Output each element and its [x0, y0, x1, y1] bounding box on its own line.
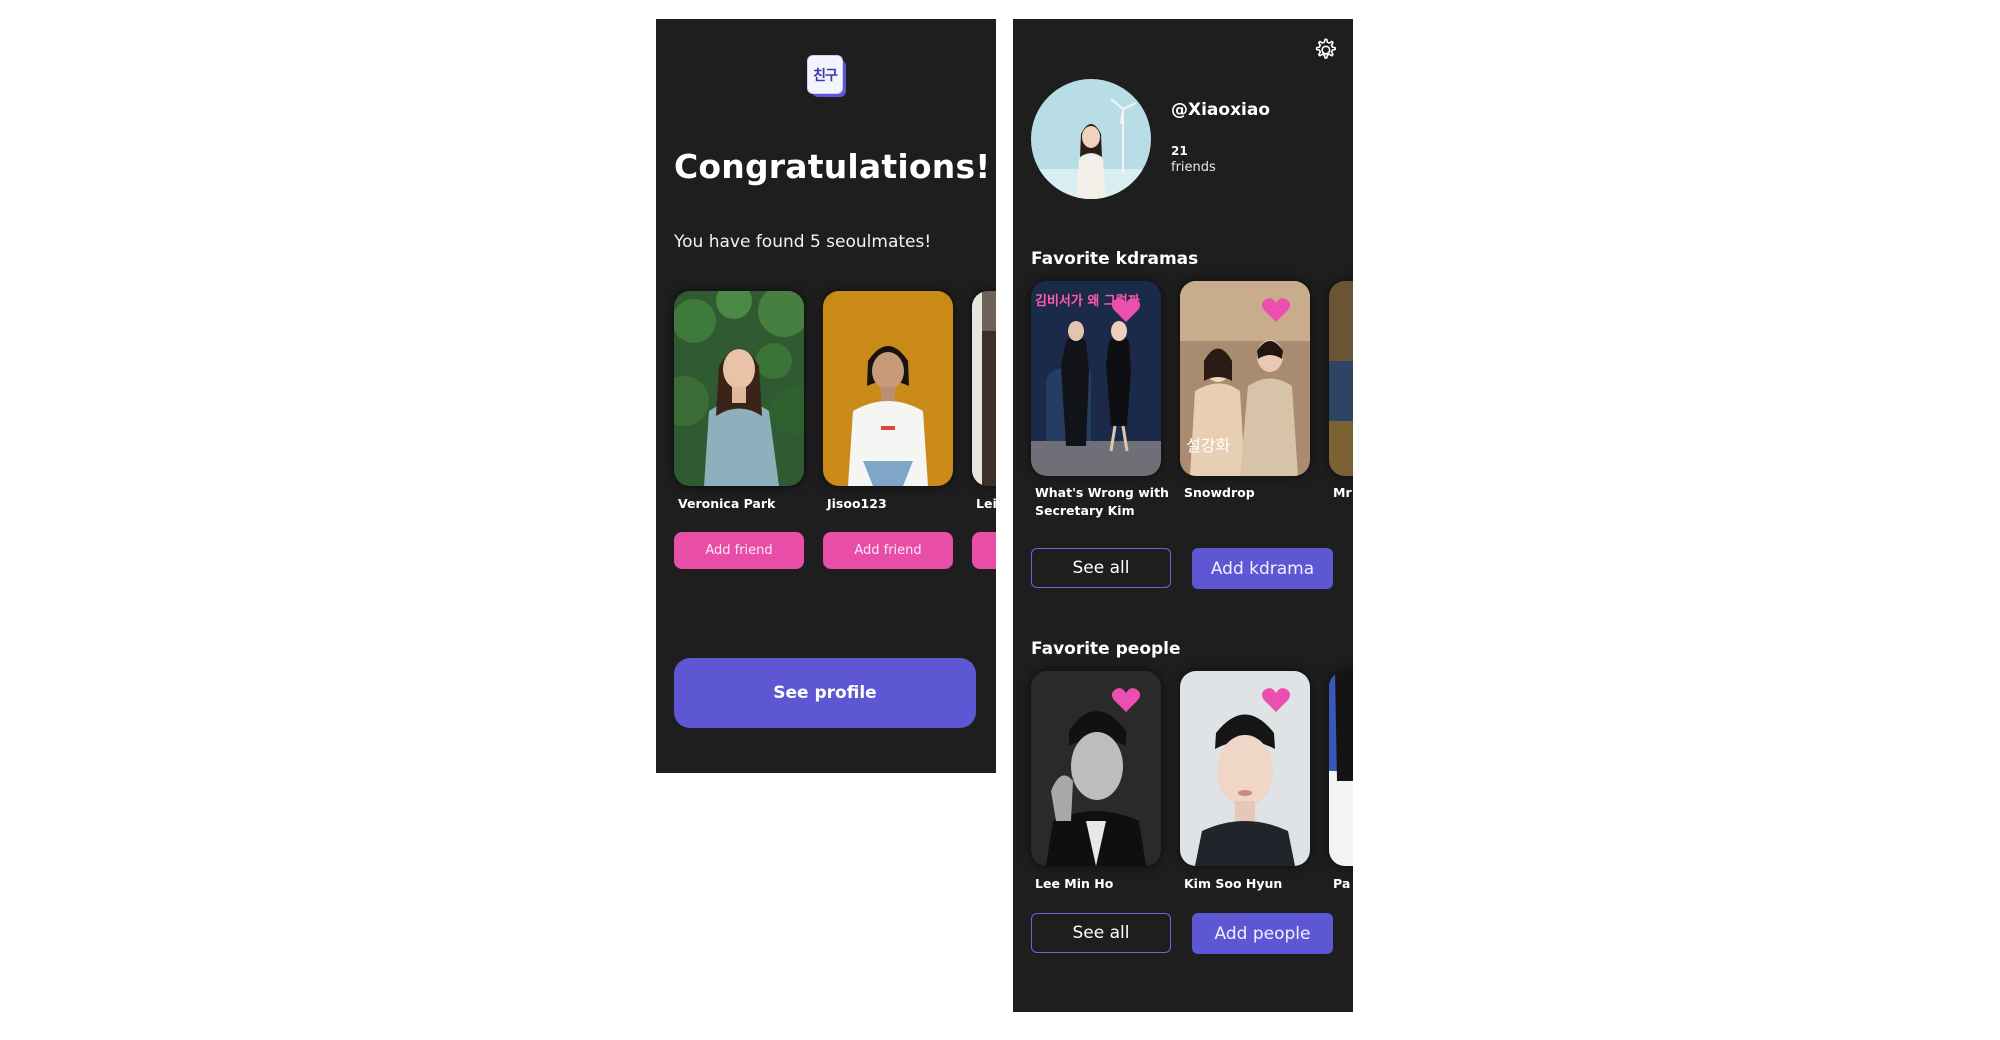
- person-name: Kim Soo Hyun: [1184, 876, 1283, 891]
- person-name: Pa: [1333, 876, 1351, 891]
- heart-icon[interactable]: [1111, 687, 1141, 713]
- section-title-kdramas: Favorite kdramas: [1031, 249, 1199, 269]
- match-photo-partial[interactable]: [972, 291, 996, 486]
- see-profile-button[interactable]: See profile: [674, 658, 976, 728]
- heart-icon[interactable]: [1111, 297, 1141, 323]
- add-friend-button[interactable]: Add friend: [674, 532, 804, 569]
- avatar[interactable]: [1031, 79, 1151, 199]
- see-all-people-button[interactable]: See all: [1031, 913, 1171, 953]
- add-people-button[interactable]: Add people: [1192, 913, 1333, 954]
- kdrama-title: What's Wrong with Secretary Kim: [1035, 485, 1169, 518]
- section-title-people: Favorite people: [1031, 639, 1181, 659]
- person-photo-partial[interactable]: [1329, 671, 1353, 866]
- match-photo-veronica[interactable]: [674, 291, 804, 486]
- profile-screen: @Xiaoxiao 21 friends Favorite kdramas 김비…: [1013, 19, 1353, 1012]
- add-friend-button[interactable]: Add friend: [823, 532, 953, 569]
- app-logo-text: 친구: [807, 55, 843, 94]
- heart-icon[interactable]: [1261, 687, 1291, 713]
- page-title: Congratulations!: [674, 147, 991, 186]
- kdrama-poster-secretary-kim[interactable]: 김비서가 왜 그럴까: [1031, 281, 1161, 476]
- congrats-screen: 친구 Congratulations! You have found 5 seo…: [656, 19, 996, 773]
- see-all-kdramas-button[interactable]: See all: [1031, 548, 1171, 588]
- username: @Xiaoxiao: [1171, 100, 1271, 120]
- heart-icon[interactable]: [1261, 297, 1291, 323]
- match-name: Veronica Park: [678, 496, 776, 511]
- kdrama-title: Snowdrop: [1184, 485, 1255, 500]
- person-name: Lee Min Ho: [1035, 876, 1114, 891]
- app-logo: 친구: [807, 55, 847, 97]
- page-subtitle: You have found 5 seoulmates!: [674, 232, 932, 252]
- add-kdrama-button[interactable]: Add kdrama: [1192, 548, 1333, 589]
- kdrama-poster-partial[interactable]: [1329, 281, 1353, 476]
- match-name: Jisoo123: [827, 496, 887, 511]
- gear-icon[interactable]: [1310, 35, 1340, 65]
- friend-count: 21: [1171, 144, 1188, 158]
- kdrama-title: Mr: [1333, 485, 1352, 500]
- add-friend-button[interactable]: [972, 532, 996, 569]
- friend-count-label: friends: [1171, 160, 1216, 175]
- poster-title-text: 설강화: [1186, 436, 1230, 455]
- match-name: Lei: [976, 496, 996, 511]
- match-photo-jisoo[interactable]: [823, 291, 953, 486]
- person-photo-lee-min-ho[interactable]: [1031, 671, 1161, 866]
